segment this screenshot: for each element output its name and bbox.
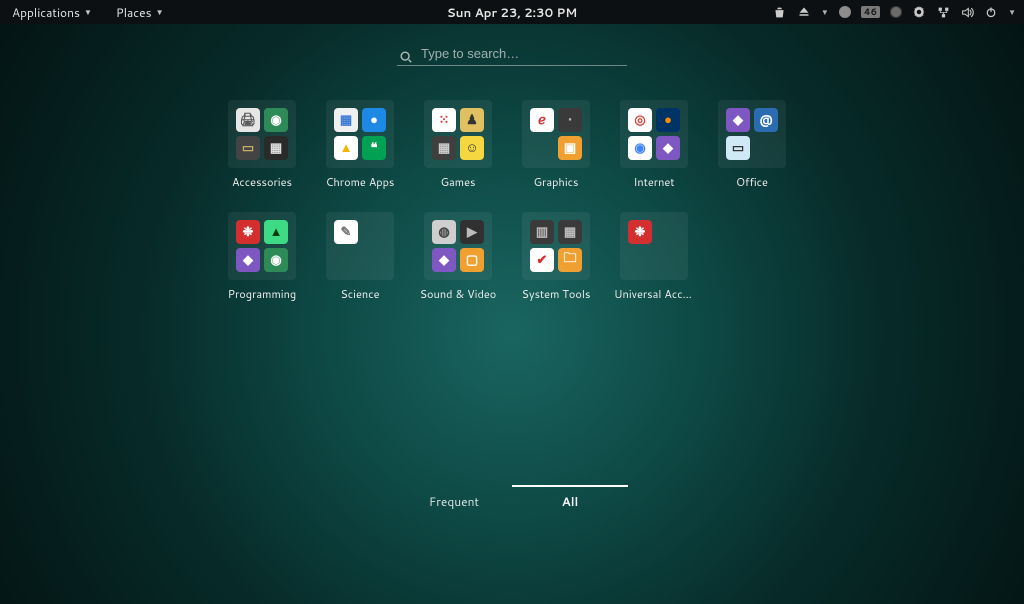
app-folder-tile: ⁙♟▦☺ (424, 100, 492, 168)
app-mini-icon: ◆ (656, 136, 680, 160)
tab-all[interactable]: All (512, 485, 628, 516)
app-folder[interactable]: ⁙♟▦☺ Games (418, 100, 498, 190)
app-folder-tile: 🖨◉▭▦ (228, 100, 296, 168)
app-folder-label: Games (441, 174, 476, 190)
app-folder-label: Accessories (232, 174, 292, 190)
top-panel-left: Applications ▼ Places ▼ (8, 4, 168, 21)
app-folder[interactable]: ▦●▲❝ Chrome Apps (320, 100, 400, 190)
applications-menu[interactable]: Applications ▼ (8, 4, 96, 21)
power-icon[interactable] (984, 5, 998, 19)
status-indicator-icon[interactable] (839, 6, 851, 18)
app-mini-icon: ⁙ (432, 108, 456, 132)
app-folder[interactable]: ▥▦✔🗀 System Tools (516, 212, 596, 302)
chevron-down-icon: ▼ (1008, 6, 1016, 18)
app-mini-icon: ▥ (530, 220, 554, 244)
app-folder[interactable]: ❉ Universal Access (614, 212, 694, 302)
app-mini-icon: ◉ (264, 108, 288, 132)
chevron-down-icon: ▼ (84, 6, 92, 18)
app-folder[interactable]: ◆@▭ Office (712, 100, 792, 190)
app-folder-label: System Tools (522, 286, 591, 302)
app-mini-icon: 🗀 (558, 248, 582, 272)
app-mini-icon: ◆ (236, 248, 260, 272)
network-icon[interactable] (936, 5, 950, 19)
app-folder[interactable]: ℯ• ▣ Graphics (516, 100, 596, 190)
app-mini-icon: ◉ (264, 248, 288, 272)
app-folder-tile: ◎●◉◆ (620, 100, 688, 168)
app-mini-icon: ▲ (264, 220, 288, 244)
app-folder-label: Internet (633, 174, 674, 190)
places-menu[interactable]: Places ▼ (112, 4, 168, 21)
app-mini-icon: ▦ (432, 136, 456, 160)
app-mini-icon: ❉ (236, 220, 260, 244)
app-folder-tile: ❉▲◆◉ (228, 212, 296, 280)
app-mini-icon: ▦ (558, 220, 582, 244)
app-folder-label: Universal Access (614, 286, 694, 302)
eject-icon[interactable] (797, 5, 811, 19)
app-folder-label: Science (340, 286, 379, 302)
search-input[interactable] (421, 46, 625, 61)
app-folder[interactable]: ◎●◉◆ Internet (614, 100, 694, 190)
app-mini-icon: ▦ (264, 136, 288, 160)
app-folder-tile: ◆@▭ (718, 100, 786, 168)
app-folder-tile: ❉ (620, 212, 688, 280)
app-folder-tile: ▦●▲❝ (326, 100, 394, 168)
app-mini-icon: ▣ (558, 136, 582, 160)
places-menu-label: Places (116, 4, 152, 21)
app-mini-icon: ▶ (460, 220, 484, 244)
app-folder-label: Office (736, 174, 768, 190)
app-mini-icon: ☺ (460, 136, 484, 160)
app-mini-icon: • (558, 108, 582, 132)
user-status-icon[interactable] (890, 6, 902, 18)
app-mini-icon: ▭ (726, 136, 750, 160)
app-mini-icon: 🖨 (236, 108, 260, 132)
app-mini-icon: ▭ (236, 136, 260, 160)
app-mini-icon: ❉ (628, 220, 652, 244)
app-mini-icon: ◉ (628, 136, 652, 160)
app-mini-icon: ℯ (530, 108, 554, 132)
top-panel-right: ▼ 46 ▼ (773, 5, 1016, 19)
app-mini-icon: ● (362, 108, 386, 132)
volume-icon[interactable] (960, 5, 974, 19)
app-folder-label: Graphics (534, 174, 579, 190)
app-mini-icon: ❝ (362, 136, 386, 160)
app-mini-icon: ▦ (334, 108, 358, 132)
top-panel: Applications ▼ Places ▼ Sun Apr 23, 2:30… (0, 0, 1024, 24)
app-mini-icon: ✎ (334, 220, 358, 244)
chevron-down-icon: ▼ (156, 6, 164, 18)
search-box[interactable] (397, 42, 627, 66)
app-folder[interactable]: ✎ Science (320, 212, 400, 302)
app-folder[interactable]: ❉▲◆◉ Programming (222, 212, 302, 302)
settings-gear-icon[interactable] (912, 5, 926, 19)
app-mini-icon: ● (656, 108, 680, 132)
app-mini-icon: ✔ (530, 248, 554, 272)
app-mini-icon: ▲ (334, 136, 358, 160)
app-mini-icon: ◆ (432, 248, 456, 272)
app-folder-label: Sound & Video (420, 286, 497, 302)
app-folder-grid: 🖨◉▭▦Accessories▦●▲❝Chrome Apps⁙♟▦☺Gamesℯ… (222, 100, 802, 302)
app-folder[interactable]: 🖨◉▭▦ Accessories (222, 100, 302, 190)
app-folder-label: Programming (228, 286, 296, 302)
app-mini-icon: ◎ (628, 108, 652, 132)
app-mini-icon: ◍ (432, 220, 456, 244)
tab-frequent[interactable]: Frequent (396, 487, 512, 516)
trash-icon[interactable] (773, 5, 787, 19)
app-folder[interactable]: ◍▶◆▢ Sound & Video (418, 212, 498, 302)
app-mini-icon: @ (754, 108, 778, 132)
applications-menu-label: Applications (12, 4, 80, 21)
view-switcher: Frequent All (396, 487, 628, 516)
search-icon (399, 47, 413, 61)
app-mini-icon: ◆ (726, 108, 750, 132)
app-mini-icon: ▢ (460, 248, 484, 272)
app-folder-tile: ◍▶◆▢ (424, 212, 492, 280)
app-folder-tile: ▥▦✔🗀 (522, 212, 590, 280)
notification-count-badge[interactable]: 46 (861, 6, 880, 18)
app-mini-icon: ♟ (460, 108, 484, 132)
app-folder-tile: ℯ• ▣ (522, 100, 590, 168)
clock[interactable]: Sun Apr 23, 2:30 PM (447, 4, 578, 21)
chevron-down-icon: ▼ (821, 6, 829, 18)
app-folder-tile: ✎ (326, 212, 394, 280)
app-folder-label: Chrome Apps (326, 174, 395, 190)
